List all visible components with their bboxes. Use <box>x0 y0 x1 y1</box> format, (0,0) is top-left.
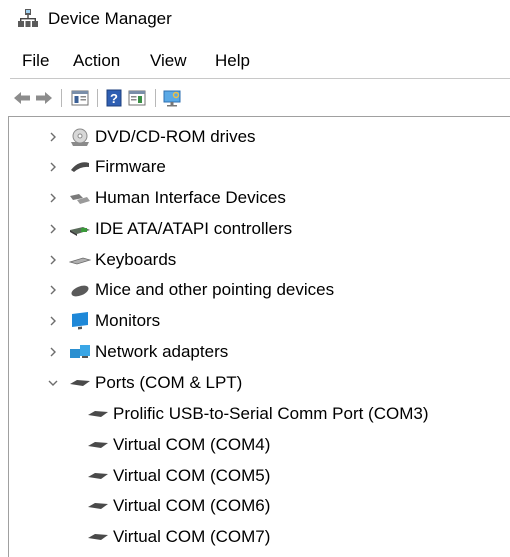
tree-item-ports-com-lpt[interactable]: Ports (COM & LPT) <box>43 368 242 398</box>
menu-action[interactable]: Action <box>71 48 122 74</box>
tree-item-label: Keyboards <box>95 250 177 269</box>
network-adapter-icon <box>69 342 95 362</box>
firmware-icon <box>69 157 95 177</box>
menu-view[interactable]: View <box>148 48 189 74</box>
help-icon[interactable]: ? <box>104 88 124 108</box>
tree-item-port-com5[interactable]: Virtual COM (COM5) <box>81 461 270 491</box>
tree-item-label: DVD/CD-ROM drives <box>95 127 256 146</box>
toolbar-separator <box>61 89 62 107</box>
tree-item-label: Virtual COM (COM4) <box>113 435 271 454</box>
back-arrow-icon[interactable] <box>12 88 32 108</box>
tree-item-port-com7[interactable]: Virtual COM (COM7) <box>81 522 270 552</box>
tree-item-firmware[interactable]: Firmware <box>43 152 166 182</box>
tree-item-dvd-cd-rom-drives[interactable]: DVD/CD-ROM drives <box>43 122 256 152</box>
port-icon <box>87 496 113 516</box>
tree-item-label: Virtual COM (COM7) <box>113 527 271 546</box>
toolbar-separator <box>155 89 156 107</box>
tree-item-monitors[interactable]: Monitors <box>43 306 160 336</box>
tree-item-mice-and-other-pointing-devices[interactable]: Mice and other pointing devices <box>43 275 334 305</box>
tree-item-label: IDE ATA/ATAPI controllers <box>95 219 293 238</box>
tree-item-label: Virtual COM (COM5) <box>113 466 271 485</box>
tree-item-label: Virtual COM (COM6) <box>113 496 271 515</box>
port-icon <box>87 435 113 455</box>
properties-icon[interactable] <box>70 88 90 108</box>
menu-separator <box>10 78 510 79</box>
tree-item-label: Network adapters <box>95 342 229 361</box>
toolbar: ? <box>0 80 510 114</box>
chevron-right-icon[interactable] <box>43 342 63 362</box>
tree-item-label: Ports (COM & LPT) <box>95 373 243 392</box>
device-manager-icon <box>18 8 38 28</box>
menu-help[interactable]: Help <box>213 48 252 74</box>
title-bar: Device Manager <box>0 0 510 38</box>
mouse-icon <box>69 280 95 300</box>
tree-item-label: Firmware <box>95 157 166 176</box>
menu-file[interactable]: File <box>20 48 51 74</box>
tree-item-keyboards[interactable]: Keyboards <box>43 245 176 275</box>
tree-item-label: Human Interface Devices <box>95 188 286 207</box>
tree-item-human-interface-devices[interactable]: Human Interface Devices <box>43 183 286 213</box>
forward-arrow-icon[interactable] <box>34 88 54 108</box>
hid-icon <box>69 188 95 208</box>
svg-text:?: ? <box>110 91 118 106</box>
monitor-icon <box>69 311 95 331</box>
details-icon[interactable] <box>127 88 147 108</box>
chevron-right-icon[interactable] <box>43 250 63 270</box>
port-icon <box>69 373 95 393</box>
chevron-down-icon[interactable] <box>43 373 63 393</box>
port-icon <box>87 527 113 547</box>
port-icon <box>87 404 113 424</box>
chevron-right-icon[interactable] <box>43 311 63 331</box>
chevron-right-icon[interactable] <box>43 188 63 208</box>
tree-item-port-com3[interactable]: Prolific USB-to-Serial Comm Port (COM3) <box>81 399 429 429</box>
tree-item-port-com6[interactable]: Virtual COM (COM6) <box>81 491 270 521</box>
device-tree[interactable]: DVD/CD-ROM drives Firmware Human Interfa… <box>8 116 510 557</box>
tree-item-label: Mice and other pointing devices <box>95 280 335 299</box>
monitor-scan-icon[interactable] <box>162 88 182 108</box>
chevron-right-icon[interactable] <box>43 219 63 239</box>
port-icon <box>87 466 113 486</box>
toolbar-separator <box>97 89 98 107</box>
tree-item-label: Prolific USB-to-Serial Comm Port (COM3) <box>113 404 429 423</box>
ide-controller-icon <box>69 219 95 239</box>
window-title: Device Manager <box>48 9 172 28</box>
tree-item-network-adapters[interactable]: Network adapters <box>43 337 228 367</box>
tree-item-label: Monitors <box>95 311 161 330</box>
chevron-right-icon[interactable] <box>43 280 63 300</box>
tree-item-ide-ata-atapi-controllers[interactable]: IDE ATA/ATAPI controllers <box>43 214 292 244</box>
chevron-right-icon[interactable] <box>43 157 63 177</box>
chevron-right-icon[interactable] <box>43 127 63 147</box>
keyboard-icon <box>69 250 95 270</box>
dvd-drive-icon <box>69 127 95 147</box>
tree-item-port-com4[interactable]: Virtual COM (COM4) <box>81 430 270 460</box>
menu-bar: File Action View Help <box>0 48 510 76</box>
